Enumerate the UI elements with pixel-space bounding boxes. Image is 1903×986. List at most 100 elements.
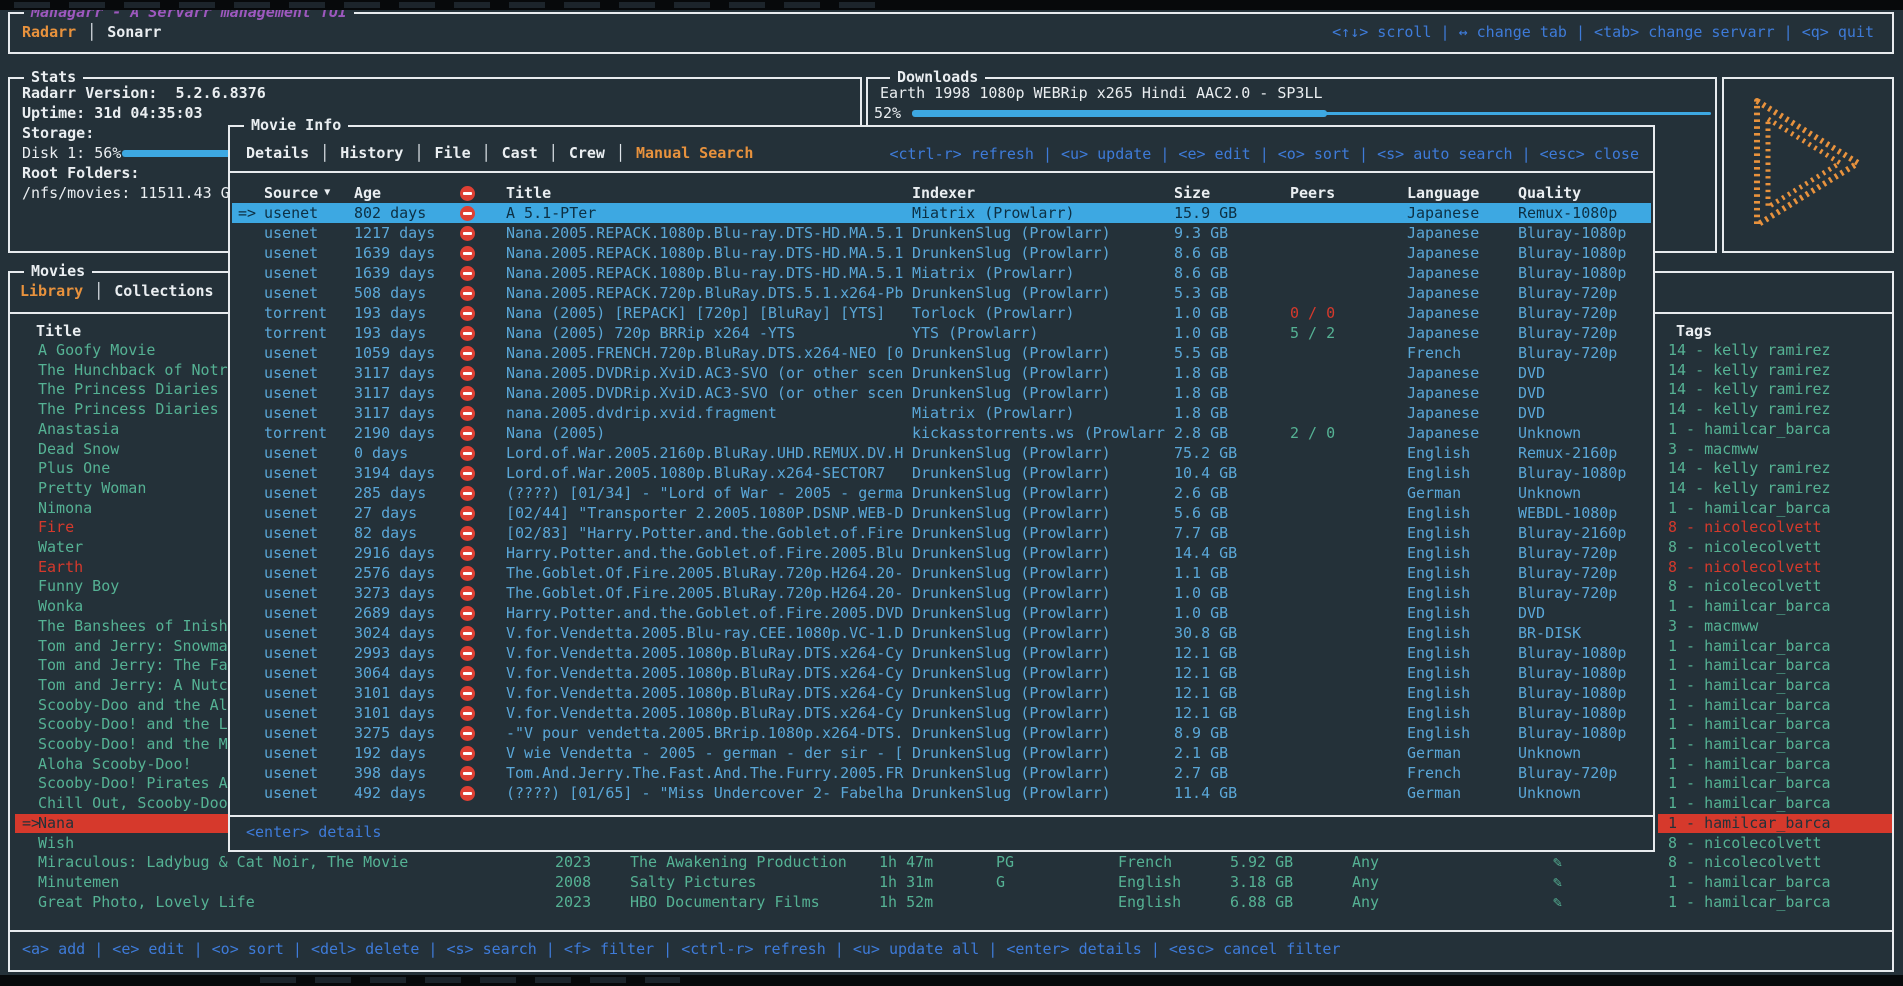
search-result-row[interactable]: usenet2576 daysThe.Goblet.Of.Fire.2005.B… (232, 563, 1651, 583)
result-language: German (1407, 483, 1513, 503)
search-result-row[interactable]: usenet492 days(????) [01/65] - "Miss Und… (232, 783, 1651, 803)
result-size: 15.9 GB (1174, 203, 1286, 223)
search-result-row[interactable]: torrent193 daysNana (2005) [REPACK] [720… (232, 303, 1651, 323)
search-result-row[interactable]: usenet27 days[02/44] "Transporter 2.2005… (232, 503, 1651, 523)
search-result-row[interactable]: =>usenet802 daysA 5.1-PTerMiatrix (Prowl… (232, 203, 1651, 223)
result-language: German (1407, 783, 1513, 803)
result-indexer: DrunkenSlug (Prowlarr) (912, 243, 1170, 263)
library-row[interactable]: Great Photo, Lovely Life2023HBO Document… (12, 893, 1890, 913)
tab-sonarr[interactable]: Sonarr (107, 22, 161, 42)
tab-history[interactable]: History (340, 143, 403, 163)
result-source: usenet (264, 283, 349, 303)
result-title: Nana.2005.REPACK.1080p.Blu-ray.DTS-HD.MA… (506, 243, 908, 263)
result-title: Nana (2005) (506, 423, 908, 443)
result-indexer: DrunkenSlug (Prowlarr) (912, 743, 1170, 763)
column-header-age[interactable]: Age (354, 183, 381, 203)
tab-radarr[interactable]: Radarr (22, 22, 76, 42)
search-result-row[interactable]: usenet285 days(????) [01/34] - "Lord of … (232, 483, 1651, 503)
search-result-row[interactable]: usenet3194 daysLord.of.War.2005.1080p.Bl… (232, 463, 1651, 483)
column-header-title[interactable]: Title (506, 183, 551, 203)
result-title: Nana.2005.REPACK.720p.BluRay.DTS.5.1.x26… (506, 283, 908, 303)
search-result-row[interactable]: usenet398 daysTom.And.Jerry.The.Fast.And… (232, 763, 1651, 783)
search-result-row[interactable]: usenet3273 daysThe.Goblet.Of.Fire.2005.B… (232, 583, 1651, 603)
movie-tag: 14 - kelly ramirez (1668, 380, 1894, 400)
search-results-header: Source ▼ Age Title Indexer Size Peers Language… (232, 183, 1651, 203)
column-header-source[interactable]: Source ▼ (264, 183, 318, 203)
result-quality: Bluray-1080p (1518, 223, 1654, 243)
rejected-icon (460, 466, 475, 481)
result-language: Japanese (1407, 223, 1513, 243)
app-header-panel: Managarr - A Servarr management TUI Rada… (8, 12, 1894, 54)
result-source: usenet (264, 783, 349, 803)
column-header-quality[interactable]: Quality (1518, 183, 1581, 203)
column-header-peers[interactable]: Peers (1290, 183, 1335, 203)
result-age: 3064 days (354, 663, 456, 683)
search-result-row[interactable]: usenet3024 daysV.for.Vendetta.2005.Blu-r… (232, 623, 1651, 643)
download-progress-bar (912, 110, 1327, 117)
tab-library[interactable]: Library (20, 281, 83, 301)
search-result-row[interactable]: usenet2916 daysHarry.Potter.and.the.Gobl… (232, 543, 1651, 563)
search-result-row[interactable]: usenet3064 daysV.for.Vendetta.2005.1080p… (232, 663, 1651, 683)
library-row[interactable]: Minutemen2008Salty Pictures1h 31mGEnglis… (12, 873, 1890, 893)
movie-tag: 1 - hamilcar_barca (1668, 755, 1894, 775)
search-result-row[interactable]: usenet1639 daysNana.2005.REPACK.1080p.Bl… (232, 263, 1651, 283)
result-language: English (1407, 523, 1513, 543)
result-language: English (1407, 543, 1513, 563)
search-result-row[interactable]: usenet2993 daysV.for.Vendetta.2005.1080p… (232, 643, 1651, 663)
result-age: 2993 days (354, 643, 456, 663)
search-result-row[interactable]: torrent193 daysNana (2005) 720p BRRip x2… (232, 323, 1651, 343)
library-row[interactable]: Miraculous: Ladybug & Cat Noir, The Movi… (12, 853, 1890, 873)
result-indexer: YTS (Prowlarr) (912, 323, 1170, 343)
result-source: usenet (264, 483, 349, 503)
result-size: 11.4 GB (1174, 783, 1286, 803)
tab-manual-search[interactable]: Manual Search (636, 143, 753, 163)
search-result-row[interactable]: usenet3117 daysNana.2005.DVDRip.XviD.AC3… (232, 363, 1651, 383)
result-source: usenet (264, 223, 349, 243)
result-source: usenet (264, 763, 349, 783)
clipped-window-below (260, 977, 680, 983)
search-result-row[interactable]: usenet1059 daysNana.2005.FRENCH.720p.Blu… (232, 343, 1651, 363)
search-result-row[interactable]: torrent2190 daysNana (2005)kickasstorren… (232, 423, 1651, 443)
search-result-row[interactable]: usenet1217 daysNana.2005.REPACK.1080p.Bl… (232, 223, 1651, 243)
column-header-size[interactable]: Size (1174, 183, 1210, 203)
tab-file[interactable]: File (435, 143, 471, 163)
movie-studio: HBO Documentary Films (630, 893, 870, 913)
rejected-icon (460, 786, 475, 801)
search-result-row[interactable]: usenet3101 daysV.for.Vendetta.2005.1080p… (232, 683, 1651, 703)
tab-collections[interactable]: Collections (114, 281, 213, 301)
result-quality: Bluray-1080p (1518, 723, 1654, 743)
search-result-row[interactable]: usenet3101 daysV.for.Vendetta.2005.1080p… (232, 703, 1651, 723)
result-source: usenet (264, 723, 349, 743)
rejected-column-icon (460, 186, 475, 201)
rejected-icon (460, 306, 475, 321)
result-source: usenet (264, 523, 349, 543)
movie-language: English (1118, 873, 1181, 893)
result-age: 1059 days (354, 343, 456, 363)
search-result-row[interactable]: usenet3117 daysNana.2005.DVDRip.XviD.AC3… (232, 383, 1651, 403)
result-title: Nana.2005.REPACK.1080p.Blu-ray.DTS-HD.MA… (506, 223, 908, 243)
result-title: The.Goblet.Of.Fire.2005.BluRay.720p.H264… (506, 563, 908, 583)
tab-cast[interactable]: Cast (502, 143, 538, 163)
column-header-language[interactable]: Language (1407, 183, 1479, 203)
result-source: usenet (264, 463, 349, 483)
search-result-row[interactable]: usenet2689 daysHarry.Potter.and.the.Gobl… (232, 603, 1651, 623)
result-source: torrent (264, 423, 349, 443)
search-result-row[interactable]: usenet508 daysNana.2005.REPACK.720p.BluR… (232, 283, 1651, 303)
search-result-row[interactable]: usenet3275 days-"V pour vendetta.2005.BR… (232, 723, 1651, 743)
result-quality: Bluray-720p (1518, 563, 1654, 583)
result-source: torrent (264, 323, 349, 343)
search-result-row[interactable]: usenet3117 daysnana.2005.dvdrip.xvid.fra… (232, 403, 1651, 423)
search-result-row[interactable]: usenet1639 daysNana.2005.REPACK.1080p.Bl… (232, 243, 1651, 263)
storage-label: Storage: (22, 123, 94, 143)
movie-tag: 1 - hamilcar_barca (1668, 637, 1894, 657)
search-result-row[interactable]: usenet192 daysV wie Vendetta - 2005 - ge… (232, 743, 1651, 763)
result-source: usenet (264, 623, 349, 643)
tab-details[interactable]: Details (246, 143, 309, 163)
result-title: Lord.of.War.2005.1080p.BluRay.x264-SECTO… (506, 463, 908, 483)
tab-crew[interactable]: Crew (569, 143, 605, 163)
column-header-indexer[interactable]: Indexer (912, 183, 975, 203)
movie-tag: 8 - nicolecolvett (1668, 577, 1894, 597)
tab-separator: │ (76, 22, 107, 42)
search-result-row[interactable]: usenet0 daysLord.of.War.2005.2160p.BluRa… (232, 443, 1651, 463)
search-result-row[interactable]: usenet82 days[02/83] "Harry.Potter.and.t… (232, 523, 1651, 543)
